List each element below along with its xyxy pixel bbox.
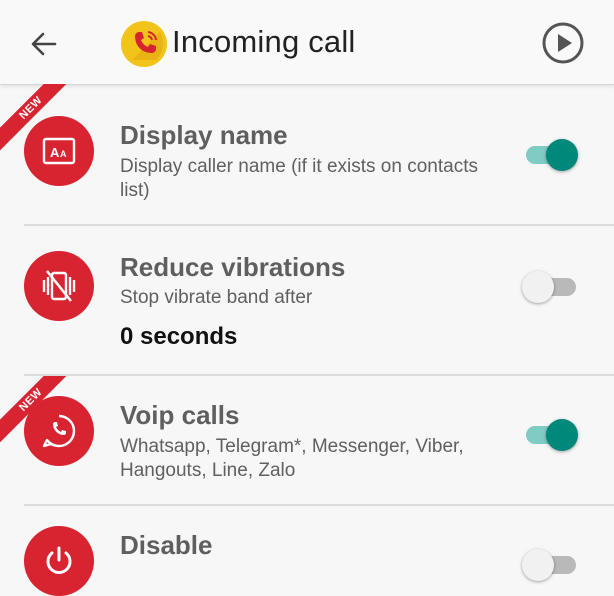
app-bar: Incoming call [0, 0, 614, 85]
vibration-off-icon [24, 251, 94, 321]
setting-title: Disable [120, 530, 213, 560]
setting-row-voip-calls: NEW Voip calls Whatsapp, Telegram*, Mess… [0, 376, 614, 504]
disable-toggle[interactable] [522, 544, 580, 584]
setting-row-reduce-vibrations: Reduce vibrations Stop vibrate band afte… [0, 226, 614, 374]
voip-calls-toggle[interactable] [522, 414, 580, 454]
setting-row-display-name: A A NEW Display name Display caller name… [0, 84, 614, 224]
display-name-toggle[interactable] [522, 134, 580, 174]
power-icon [24, 526, 94, 596]
vibration-duration-value[interactable]: 0 seconds [120, 323, 237, 351]
play-circle-icon [542, 22, 584, 64]
play-button[interactable] [540, 20, 586, 66]
setting-title: Voip calls [120, 400, 240, 430]
setting-title: Display name [120, 120, 288, 150]
page-title: Incoming call [172, 24, 356, 59]
setting-row-disable: Disable [0, 506, 614, 596]
setting-description: Whatsapp, Telegram*, Messenger, Viber, H… [120, 436, 464, 481]
setting-description: Display caller name (if it exists on con… [120, 156, 478, 201]
setting-title: Reduce vibrations [120, 252, 346, 282]
arrow-back-icon [31, 32, 57, 56]
setting-description: Stop vibrate band after [120, 287, 313, 308]
phone-ringing-logo-icon [121, 21, 167, 67]
new-badge: NEW [0, 376, 84, 460]
reduce-vibrations-toggle[interactable] [522, 266, 580, 306]
new-badge: NEW [0, 84, 84, 168]
back-button[interactable] [22, 22, 66, 66]
